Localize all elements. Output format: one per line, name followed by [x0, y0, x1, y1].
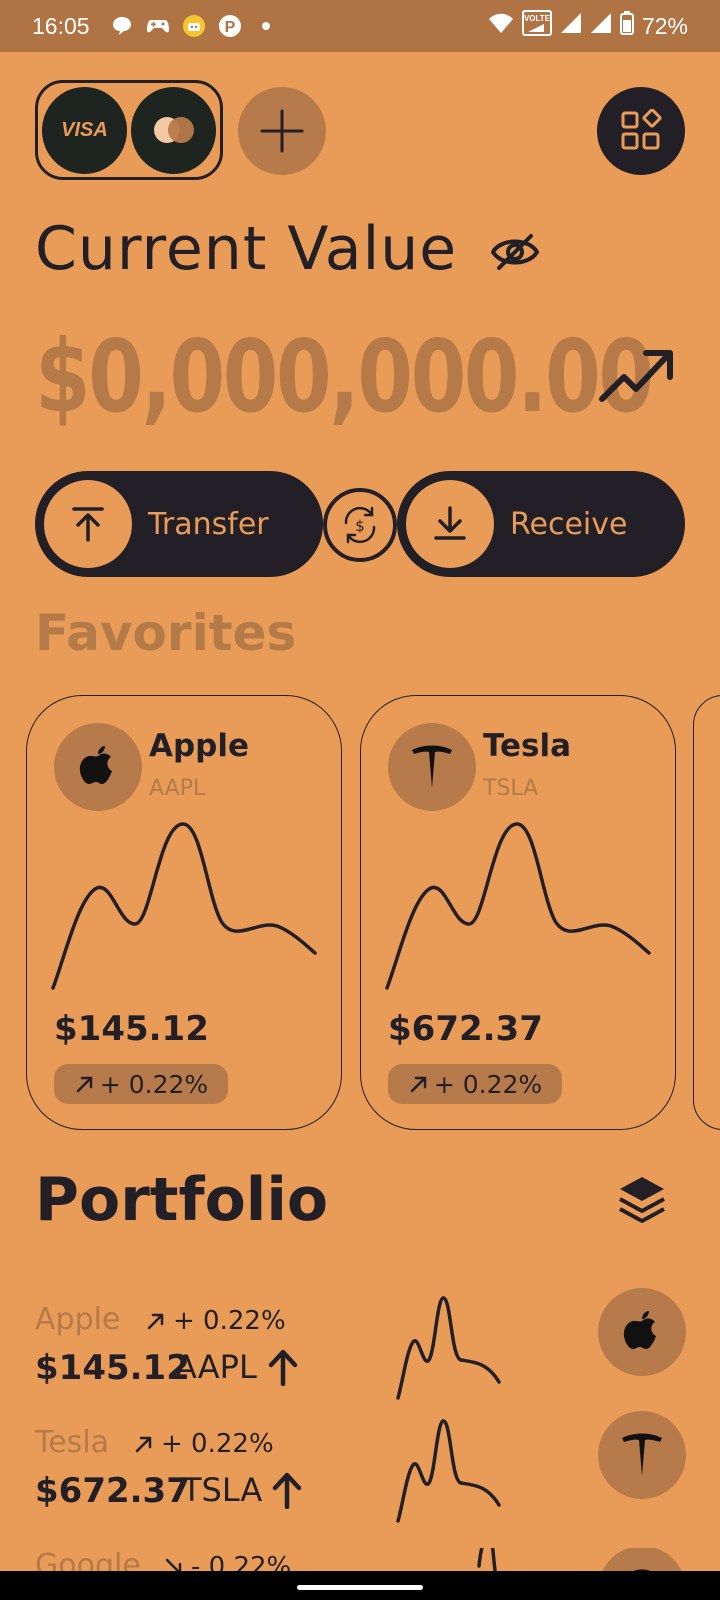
- arrow-up-right-icon: [410, 1076, 427, 1093]
- row-name: Tesla: [35, 1425, 110, 1460]
- svg-text:$: $: [355, 517, 365, 535]
- balance-amount: $0,000,000.00: [35, 318, 654, 435]
- google-logo-icon: [598, 1548, 685, 1571]
- card-price: $672.37: [388, 1009, 543, 1049]
- card-ticker: TSLA: [483, 776, 539, 801]
- row-name: Apple: [35, 1302, 121, 1337]
- visa-card-button[interactable]: VISA: [42, 86, 127, 174]
- row-change: - 0.22%: [163, 1552, 291, 1571]
- change-value: + 0.22%: [99, 1069, 209, 1099]
- apple-logo-icon: [54, 723, 142, 811]
- card-selector[interactable]: VISA: [35, 80, 223, 180]
- receive-label: Receive: [510, 506, 628, 542]
- battery-percent: 72%: [641, 12, 688, 39]
- smiley-app-icon: [182, 14, 206, 38]
- volte-icon: VOLTE: [521, 10, 552, 42]
- signal-icon-2: [590, 12, 612, 40]
- change-value: + 0.22%: [433, 1069, 543, 1099]
- row-sparkline: [396, 1419, 501, 1523]
- wifi-icon: [488, 12, 514, 40]
- row-price: $145.12: [35, 1348, 190, 1388]
- transfer-label: Transfer: [148, 506, 269, 542]
- arrow-up-icon: [271, 1471, 303, 1513]
- row-ticker: AAPL: [175, 1348, 257, 1386]
- receive-button[interactable]: Receive: [397, 471, 685, 577]
- portfolio-row-google[interactable]: Google - 0.22%: [35, 1548, 685, 1571]
- arrow-up-right-icon: [76, 1076, 93, 1093]
- status-time: 16:05: [32, 12, 90, 39]
- chat-bubble-icon: [110, 14, 134, 38]
- battery-icon: [619, 11, 634, 41]
- add-card-button[interactable]: [238, 87, 326, 175]
- mastercard-button[interactable]: [131, 86, 216, 174]
- layers-icon[interactable]: [617, 1174, 667, 1230]
- row-price: $672.37: [35, 1471, 190, 1511]
- dot-icon: [254, 14, 278, 38]
- game-controller-icon: [146, 14, 170, 38]
- arrow-up-icon: [267, 1348, 299, 1390]
- grid-menu-icon: [621, 109, 662, 150]
- svg-text:P: P: [224, 19, 235, 36]
- change-chip: + 0.22%: [54, 1064, 228, 1104]
- signal-icon: [560, 12, 582, 40]
- row-sparkline: [477, 1548, 497, 1571]
- svg-text:VOLTE: VOLTE: [524, 14, 551, 23]
- arrow-down-right-icon: [165, 1558, 182, 1571]
- portfolio-title: Portfolio: [35, 1165, 329, 1235]
- change-chip: + 0.22%: [388, 1064, 562, 1104]
- current-value-title: Current Value: [35, 214, 458, 284]
- card-ticker: AAPL: [149, 776, 206, 801]
- portfolio-row-tesla[interactable]: Tesla + 0.22% $672.37 TSLA: [35, 1411, 686, 1535]
- card-name: Tesla: [483, 728, 572, 764]
- portfolio-row-apple[interactable]: Apple + 0.22% $145.12 AAPL: [35, 1288, 686, 1412]
- tesla-logo-icon: [598, 1411, 686, 1499]
- row-change: + 0.22%: [145, 1306, 286, 1336]
- row-change-value: + 0.22%: [173, 1306, 286, 1336]
- row-name: Google: [35, 1548, 141, 1571]
- card-price: $145.12: [54, 1009, 209, 1049]
- status-bar: 16:05 P VOLTE 72%: [0, 0, 720, 52]
- row-change-value: + 0.22%: [161, 1429, 274, 1459]
- menu-button[interactable]: [597, 87, 685, 175]
- favorite-card-apple[interactable]: Apple AAPL $145.12 + 0.22%: [26, 695, 342, 1130]
- mastercard-logo-icon: [153, 117, 194, 143]
- currency-swap-icon: $: [344, 506, 376, 544]
- row-ticker: TSLA: [182, 1471, 263, 1509]
- favorite-card-partial[interactable]: [693, 695, 720, 1130]
- home-gesture-handle[interactable]: [297, 1585, 423, 1590]
- tesla-logo-icon: [388, 723, 476, 811]
- eye-off-icon[interactable]: [490, 232, 540, 276]
- row-sparkline: [396, 1296, 501, 1400]
- favorites-title: Favorites: [35, 604, 297, 662]
- sparkline-chart: [51, 822, 317, 990]
- currency-swap-button[interactable]: $: [323, 488, 397, 562]
- download-icon: [406, 480, 494, 568]
- arrow-up-right-icon: [147, 1313, 164, 1330]
- favorite-card-tesla[interactable]: Tesla TSLA $672.37 + 0.22%: [360, 695, 676, 1130]
- trending-up-icon: [598, 345, 676, 409]
- upload-arrow-icon: [44, 480, 132, 568]
- transfer-button[interactable]: Transfer: [35, 471, 323, 577]
- pinterest-icon: P: [218, 14, 242, 38]
- plus-icon: [260, 109, 304, 153]
- sparkline-chart: [385, 822, 651, 990]
- visa-label: VISA: [61, 118, 108, 141]
- row-change-value: - 0.22%: [191, 1552, 292, 1571]
- apple-logo-icon: [598, 1288, 686, 1376]
- arrow-up-right-icon: [135, 1436, 152, 1453]
- card-name: Apple: [149, 728, 250, 764]
- row-change: + 0.22%: [133, 1429, 274, 1459]
